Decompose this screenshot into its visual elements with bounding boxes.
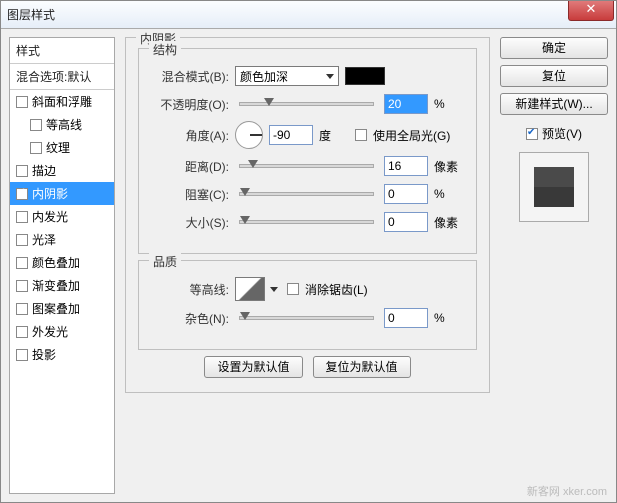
angle-dial[interactable] xyxy=(235,121,263,149)
distance-unit: 像素 xyxy=(434,158,464,175)
sidebar-checkbox[interactable] xyxy=(16,234,28,246)
angle-label: 角度(A): xyxy=(151,127,229,144)
global-light-label: 使用全局光(G) xyxy=(373,127,450,144)
sidebar-item-11[interactable]: 投影 xyxy=(10,343,114,366)
quality-group: 品质 等高线: 消除锯齿(L) 杂色(N): 0 % xyxy=(138,260,477,350)
sidebar-item-label: 内阴影 xyxy=(32,185,68,202)
choke-slider[interactable] xyxy=(239,192,374,196)
sidebar-item-label: 等高线 xyxy=(46,116,82,133)
blend-mode-select[interactable]: 颜色加深 xyxy=(235,66,339,86)
opacity-unit: % xyxy=(434,97,464,111)
antialias-label: 消除锯齿(L) xyxy=(305,281,368,298)
sidebar-item-label: 外发光 xyxy=(32,323,68,340)
sidebar-checkbox[interactable] xyxy=(16,349,28,361)
window-title: 图层样式 xyxy=(7,6,55,23)
sidebar-checkbox[interactable] xyxy=(16,257,28,269)
sidebar-checkbox[interactable] xyxy=(30,119,42,131)
size-unit: 像素 xyxy=(434,214,464,231)
sidebar-item-3[interactable]: 描边 xyxy=(10,159,114,182)
color-swatch[interactable] xyxy=(345,67,385,85)
chevron-down-icon xyxy=(270,287,278,292)
structure-group: 结构 混合模式(B): 颜色加深 不透明度(O): 20 % xyxy=(138,48,477,254)
sidebar-item-4[interactable]: 内阴影 xyxy=(10,182,114,205)
sidebar-checkbox[interactable] xyxy=(16,188,28,200)
choke-input[interactable]: 0 xyxy=(384,184,428,204)
sidebar-checkbox[interactable] xyxy=(16,96,28,108)
sidebar-item-label: 描边 xyxy=(32,162,56,179)
opacity-label: 不透明度(O): xyxy=(151,96,229,113)
quality-legend: 品质 xyxy=(149,253,181,270)
watermark: 新客网 xker.com xyxy=(527,483,607,499)
styles-sidebar: 样式 混合选项:默认 斜面和浮雕等高线纹理描边内阴影内发光光泽颜色叠加渐变叠加图… xyxy=(9,37,115,494)
sidebar-item-9[interactable]: 图案叠加 xyxy=(10,297,114,320)
sidebar-item-0[interactable]: 斜面和浮雕 xyxy=(10,90,114,113)
sidebar-item-1[interactable]: 等高线 xyxy=(10,113,114,136)
new-style-button[interactable]: 新建样式(W)... xyxy=(500,93,608,115)
sidebar-item-2[interactable]: 纹理 xyxy=(10,136,114,159)
antialias-checkbox[interactable] xyxy=(287,283,299,295)
sidebar-header-blend[interactable]: 混合选项:默认 xyxy=(10,64,114,90)
sidebar-item-label: 渐变叠加 xyxy=(32,277,80,294)
sidebar-checkbox[interactable] xyxy=(16,211,28,223)
opacity-input[interactable]: 20 xyxy=(384,94,428,114)
sidebar-checkbox[interactable] xyxy=(16,303,28,315)
preview-label: 预览(V) xyxy=(542,125,582,142)
sidebar-item-label: 光泽 xyxy=(32,231,56,248)
preview-swatch xyxy=(534,167,574,207)
preview-checkbox[interactable] xyxy=(526,128,538,140)
sidebar-checkbox[interactable] xyxy=(16,280,28,292)
sidebar-checkbox[interactable] xyxy=(30,142,42,154)
size-input[interactable]: 0 xyxy=(384,212,428,232)
global-light-checkbox[interactable] xyxy=(355,129,367,141)
size-slider[interactable] xyxy=(239,220,374,224)
ok-button[interactable]: 确定 xyxy=(500,37,608,59)
choke-unit: % xyxy=(434,187,464,201)
blend-mode-value: 颜色加深 xyxy=(240,68,288,85)
angle-input[interactable]: -90 xyxy=(269,125,313,145)
distance-slider[interactable] xyxy=(239,164,374,168)
reset-default-button[interactable]: 复位为默认值 xyxy=(313,356,411,378)
noise-slider[interactable] xyxy=(239,316,374,320)
distance-label: 距离(D): xyxy=(151,158,229,175)
structure-legend: 结构 xyxy=(149,41,181,58)
sidebar-header-styles[interactable]: 样式 xyxy=(10,38,114,64)
sidebar-item-label: 投影 xyxy=(32,346,56,363)
distance-input[interactable]: 16 xyxy=(384,156,428,176)
sidebar-item-label: 图案叠加 xyxy=(32,300,80,317)
noise-unit: % xyxy=(434,311,464,325)
layer-style-window: 图层样式 ✕ 样式 混合选项:默认 斜面和浮雕等高线纹理描边内阴影内发光光泽颜色… xyxy=(0,0,617,503)
sidebar-item-10[interactable]: 外发光 xyxy=(10,320,114,343)
dialog-body: 样式 混合选项:默认 斜面和浮雕等高线纹理描边内阴影内发光光泽颜色叠加渐变叠加图… xyxy=(1,29,616,502)
right-column: 确定 复位 新建样式(W)... 预览(V) xyxy=(500,37,608,494)
main-panel: 内阴影 结构 混合模式(B): 颜色加深 不透明度(O): xyxy=(123,37,492,494)
cancel-button[interactable]: 复位 xyxy=(500,65,608,87)
sidebar-item-label: 颜色叠加 xyxy=(32,254,80,271)
chevron-down-icon xyxy=(326,74,334,79)
sidebar-item-label: 内发光 xyxy=(32,208,68,225)
contour-label: 等高线: xyxy=(151,281,229,298)
noise-input[interactable]: 0 xyxy=(384,308,428,328)
sidebar-item-8[interactable]: 渐变叠加 xyxy=(10,274,114,297)
sidebar-item-6[interactable]: 光泽 xyxy=(10,228,114,251)
preview-box xyxy=(519,152,589,222)
effect-panel: 内阴影 结构 混合模式(B): 颜色加深 不透明度(O): xyxy=(125,37,490,393)
sidebar-item-label: 斜面和浮雕 xyxy=(32,93,92,110)
angle-unit: 度 xyxy=(319,127,349,144)
titlebar: 图层样式 ✕ xyxy=(1,1,616,29)
sidebar-checkbox[interactable] xyxy=(16,165,28,177)
contour-picker[interactable] xyxy=(235,277,265,301)
choke-label: 阻塞(C): xyxy=(151,186,229,203)
sidebar-checkbox[interactable] xyxy=(16,326,28,338)
sidebar-item-label: 纹理 xyxy=(46,139,70,156)
size-label: 大小(S): xyxy=(151,214,229,231)
opacity-slider[interactable] xyxy=(239,102,374,106)
sidebar-item-5[interactable]: 内发光 xyxy=(10,205,114,228)
noise-label: 杂色(N): xyxy=(151,310,229,327)
close-button[interactable]: ✕ xyxy=(568,1,614,21)
sidebar-item-7[interactable]: 颜色叠加 xyxy=(10,251,114,274)
set-default-button[interactable]: 设置为默认值 xyxy=(204,356,302,378)
blend-mode-label: 混合模式(B): xyxy=(151,68,229,85)
